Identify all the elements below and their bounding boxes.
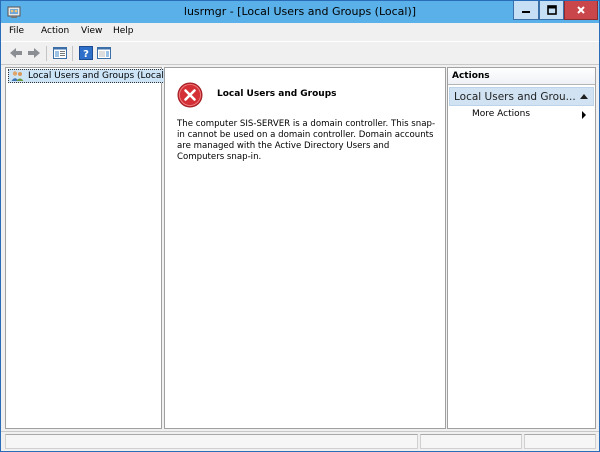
toolbar-separator [72, 46, 73, 61]
maximize-icon [546, 5, 557, 15]
menu-view[interactable]: View [81, 26, 102, 36]
actions-group-label: Local Users and Grou... [454, 91, 576, 103]
tree-item-local-users-and-groups[interactable]: Local Users and Groups (Local) [8, 69, 172, 83]
actions-header: Actions [448, 68, 595, 85]
result-pane: Local Users and Groups The computer SIS-… [164, 67, 446, 429]
tree-item-label: Local Users and Groups (Local) [28, 71, 168, 81]
menu-file[interactable]: File [9, 26, 24, 36]
toolbar-separator [46, 46, 47, 61]
actions-pane: Actions Local Users and Grou... More Act… [447, 67, 596, 429]
show-hide-console-tree-icon[interactable] [52, 45, 68, 61]
menu-help[interactable]: Help [113, 26, 134, 36]
status-cell-3 [524, 434, 596, 449]
toolbar: ? [1, 41, 599, 65]
error-title: Local Users and Groups [217, 89, 337, 99]
minimize-icon [522, 11, 530, 13]
forward-arrow-icon[interactable] [26, 45, 42, 61]
more-actions-item[interactable]: More Actions [449, 108, 594, 122]
error-message: The computer SIS-SERVER is a domain cont… [177, 119, 436, 162]
submenu-arrow-icon [582, 111, 586, 119]
menu-action[interactable]: Action [41, 26, 69, 36]
actions-group-local-users-and-groups[interactable]: Local Users and Grou... [449, 87, 594, 106]
window-title: lusrmgr - [Local Users and Groups (Local… [183, 5, 417, 18]
menu-bar: File Action View Help [1, 23, 599, 41]
title-bar[interactable]: lusrmgr - [Local Users and Groups (Local… [1, 1, 599, 23]
actions-header-label: Actions [452, 71, 490, 81]
status-bar [1, 431, 599, 451]
close-button[interactable] [564, 1, 598, 20]
error-icon [177, 82, 203, 108]
help-icon[interactable]: ? [78, 45, 94, 61]
console-tree-pane[interactable]: Local Users and Groups (Local) [5, 67, 172, 429]
svg-text:?: ? [83, 49, 89, 60]
back-arrow-icon[interactable] [8, 45, 24, 61]
close-icon [577, 6, 585, 14]
minimize-button[interactable] [513, 1, 539, 20]
show-hide-action-pane-icon[interactable] [96, 45, 112, 61]
collapse-up-icon[interactable] [580, 94, 588, 99]
mmc-window: lusrmgr - [Local Users and Groups (Local… [0, 0, 600, 452]
status-cell-2 [420, 434, 522, 449]
more-actions-label: More Actions [472, 109, 531, 119]
users-groups-icon [11, 71, 24, 81]
maximize-button[interactable] [539, 1, 564, 20]
status-cell-main [5, 434, 418, 449]
